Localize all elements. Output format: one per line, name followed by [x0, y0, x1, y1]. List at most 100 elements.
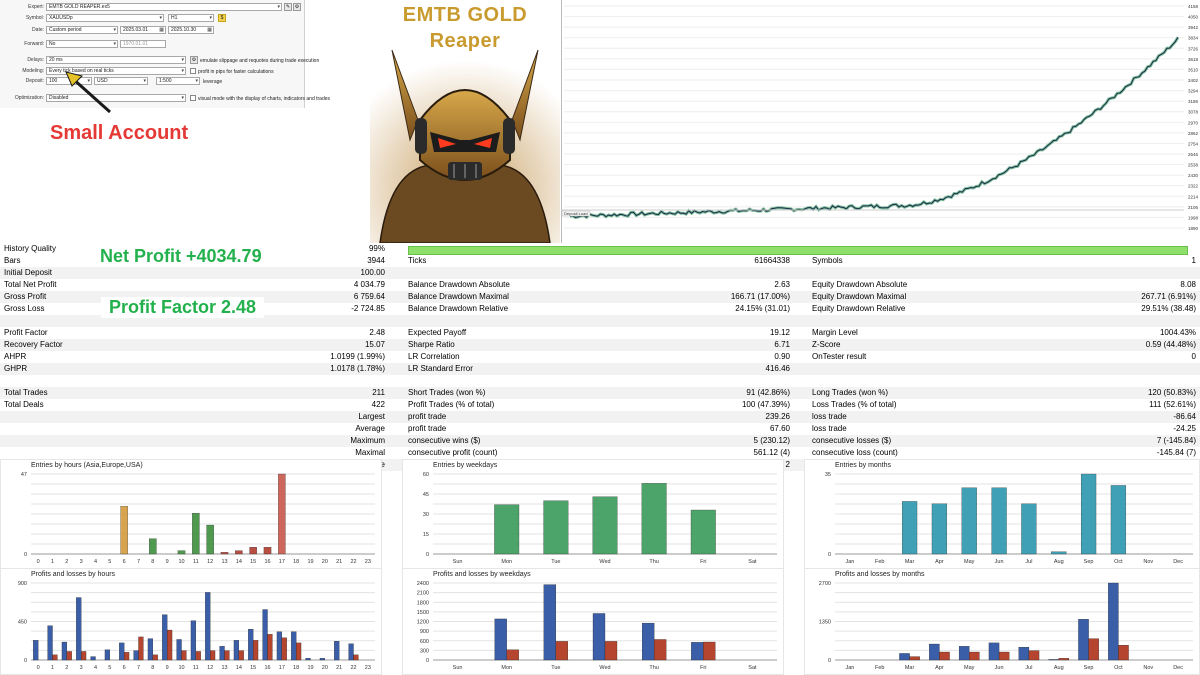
bar-profit: [190, 620, 196, 661]
net-profit-callout: Net Profit +4034.79: [92, 246, 270, 267]
calendar-icon: ▦: [159, 27, 164, 33]
report-cell-v3: 267.71 (6.91%): [1141, 292, 1196, 301]
y-tick-label: 60: [423, 472, 429, 478]
chevron-down-icon: ▾: [159, 15, 162, 21]
bar-profit: [47, 625, 53, 661]
y-tick-label: 1998: [1188, 215, 1199, 220]
bar-profit: [233, 640, 239, 661]
report-cell-l2: Ticks: [408, 256, 427, 265]
symbol-select[interactable]: XAUUSDp ▾: [46, 14, 164, 22]
date-to-input[interactable]: 2025.10.30 ▦: [168, 26, 214, 34]
history-quality-label: History Quality: [4, 244, 57, 253]
report-cell-v1: Largest: [358, 412, 385, 421]
report-cell-v3: 1004.43%: [1159, 328, 1196, 337]
x-tick-label: Jan: [845, 559, 854, 565]
leverage-select[interactable]: 1:500 ▾: [156, 77, 200, 85]
report-cell-v1: 211: [372, 388, 385, 397]
x-tick-label: Feb: [875, 559, 884, 565]
bar-profit: [334, 641, 340, 661]
y-tick-label: 2646: [1188, 152, 1199, 157]
bar-profit: [494, 618, 507, 661]
chevron-down-icon: ▾: [209, 15, 212, 21]
x-tick-label: Fri: [700, 559, 706, 565]
bar-profit: [133, 650, 139, 661]
bar-profit: [219, 646, 225, 661]
chevron-down-icon: ▾: [181, 95, 184, 101]
bar-loss: [604, 641, 618, 661]
bar-loss: [653, 639, 667, 661]
y-tick-label: 0: [426, 658, 429, 664]
settings-gear-icon[interactable]: ⚙: [293, 3, 301, 11]
x-tick-label: 11: [193, 665, 199, 671]
report-cell-l3: Z-Score: [812, 340, 841, 349]
timeframe-select[interactable]: H1 ▾: [168, 14, 214, 22]
pips-checkbox[interactable]: [190, 68, 196, 74]
chart-title: Profits and losses by hours: [31, 571, 116, 578]
x-tick-label: 19: [307, 559, 313, 565]
y-tick-label: 3510: [1188, 67, 1199, 72]
visual-mode-checkbox[interactable]: [190, 95, 196, 101]
x-tick-label: Mon: [501, 559, 512, 565]
date-from-input[interactable]: 2025.03.01 ▦: [120, 26, 166, 34]
y-tick-label: 2214: [1188, 194, 1199, 199]
chart-title: Profits and losses by months: [835, 571, 925, 578]
x-tick-label: Oct: [1114, 559, 1123, 565]
report-cell-v3: 0.59 (44.48%): [1145, 340, 1196, 349]
bar-loss: [152, 654, 158, 661]
report-cell-l2: Short Trades (won %): [408, 388, 486, 397]
x-tick-label: Feb: [875, 665, 884, 671]
symbol-properties-icon[interactable]: $: [218, 14, 226, 22]
y-tick-label: 0: [828, 658, 831, 664]
x-tick-label: Jun: [995, 559, 1004, 565]
report-cell-l2: consecutive profit (count): [408, 448, 498, 457]
forward-date-input[interactable]: 1970.01.01: [120, 40, 166, 48]
delays-settings-button[interactable]: ⚙: [190, 56, 198, 64]
bar-profit: [305, 658, 311, 661]
x-tick-label: 21: [336, 665, 342, 671]
date-mode-select[interactable]: Custom period ▾: [46, 26, 118, 34]
bar-loss: [555, 641, 569, 661]
delays-select[interactable]: 20 ms ▾: [46, 56, 186, 64]
bar-loss: [969, 651, 980, 661]
profits-losses-by-months-chart: 2700 1350 0 Jan Feb Mar Apr May Jun Jul Aug Sep Oct N…: [804, 568, 1200, 675]
bar-profit: [262, 609, 268, 661]
report-cell-v1: 1.0178 (1.78%): [330, 364, 385, 373]
x-tick-label: Nov: [1143, 665, 1153, 671]
x-tick-label: 13: [221, 665, 227, 671]
report-cell-l1: Profit Factor: [4, 328, 48, 337]
y-tick-label: 3834: [1188, 36, 1199, 41]
report-cell-l1: Bars: [4, 256, 21, 265]
bar-loss: [238, 650, 244, 661]
bar-loss: [998, 651, 1010, 661]
emtb-gold-reaper-logo: EMTB GOLD Reaper: [370, 0, 560, 243]
x-tick-label: 13: [221, 559, 227, 565]
x-tick-label: Dec: [1173, 665, 1183, 671]
x-tick-label: Thu: [649, 665, 658, 671]
expert-select[interactable]: EMTB GOLD REAPER.ex5 ▾: [46, 3, 282, 11]
report-cell-l1: Recovery Factor: [4, 340, 63, 349]
x-tick-label: 9: [166, 665, 169, 671]
x-tick-label: 21: [336, 559, 342, 565]
x-tick-label: Tue: [551, 665, 560, 671]
bar: [206, 524, 214, 555]
bar-profit: [592, 613, 606, 661]
optimization-label: Optimization:: [14, 95, 44, 101]
bar-profit: [33, 640, 39, 661]
bar: [149, 538, 157, 555]
chevron-down-icon: ▾: [277, 4, 280, 10]
x-tick-label: Jul: [1025, 559, 1032, 565]
logo-title-line2: Reaper: [429, 30, 501, 52]
edit-expert-button[interactable]: ✎: [284, 3, 292, 11]
forward-select[interactable]: No ▾: [46, 40, 118, 48]
report-cell-v2: 19.12: [769, 328, 790, 337]
x-tick-label: 10: [178, 559, 184, 565]
y-tick-label: 30: [423, 512, 429, 518]
deposit-load-legend: Deposit Load: [564, 211, 588, 216]
x-tick-label: 16: [264, 665, 270, 671]
bar: [1110, 485, 1127, 555]
bar-loss: [703, 641, 716, 661]
x-tick-label: Nov: [1143, 559, 1153, 565]
report-cell-l2: Sharpe Ratio: [408, 340, 455, 349]
bar: [220, 552, 229, 555]
report-cell-v1: 6 759.64: [353, 292, 385, 301]
